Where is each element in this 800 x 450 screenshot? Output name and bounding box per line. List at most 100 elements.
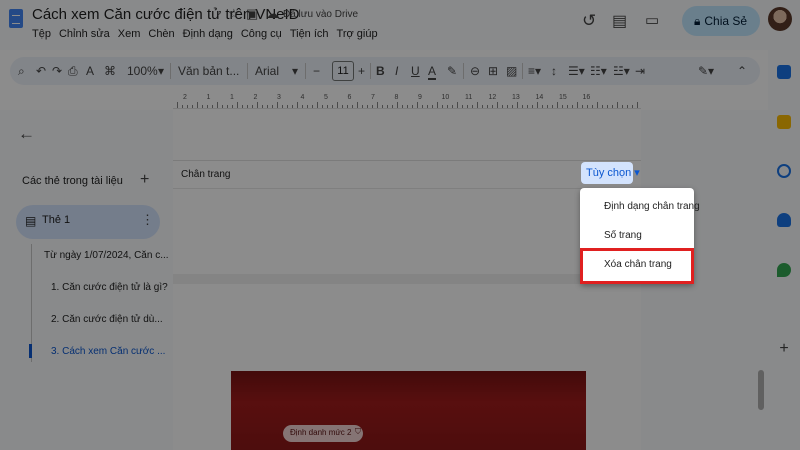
toolbar-divider bbox=[247, 63, 248, 79]
zoom-caret-icon[interactable]: ▾ bbox=[158, 64, 164, 78]
footer-label: Chân trang bbox=[181, 169, 231, 180]
indent-icon[interactable]: ⇥ bbox=[635, 64, 645, 78]
ruler-tick bbox=[207, 105, 208, 108]
keep-icon[interactable] bbox=[777, 115, 791, 129]
print-icon[interactable]: ⎙ bbox=[68, 64, 78, 79]
collapse-toolbar-icon[interactable]: ⌃ bbox=[737, 64, 747, 78]
ruler-tick bbox=[562, 105, 563, 108]
ruler-tick bbox=[527, 105, 528, 108]
move-folder-icon[interactable]: ▣ bbox=[246, 6, 258, 22]
more-vert-icon[interactable]: ⋮ bbox=[141, 212, 154, 228]
ruler-tick bbox=[327, 105, 328, 108]
link-icon[interactable]: ⊖ bbox=[470, 64, 480, 78]
ruler-tick bbox=[332, 105, 333, 108]
document-title[interactable]: Cách xem Căn cước điện tử trên VNeID bbox=[32, 6, 300, 23]
ruler-tick bbox=[252, 105, 253, 108]
ruler-tick bbox=[622, 105, 623, 108]
bold-icon[interactable]: B bbox=[376, 64, 385, 78]
ruler-tick bbox=[367, 105, 368, 108]
menu-help[interactable]: Trợ giúp bbox=[337, 28, 378, 40]
outline-active-indicator bbox=[29, 344, 32, 358]
highlight-icon[interactable]: ✎ bbox=[447, 64, 457, 78]
ruler-tick bbox=[272, 105, 273, 108]
bulleted-list-icon[interactable]: ☷▾ bbox=[590, 64, 607, 78]
ruler-tick bbox=[522, 105, 523, 108]
ruler-tick bbox=[577, 102, 578, 108]
add-addon-icon[interactable]: + bbox=[777, 341, 791, 357]
ruler-tick bbox=[372, 105, 373, 108]
tab-item-1[interactable] bbox=[16, 205, 160, 239]
align-icon[interactable]: ≡▾ bbox=[528, 64, 541, 78]
tabs-heading: Các thẻ trong tài liệu bbox=[22, 175, 123, 187]
horizontal-ruler[interactable]: 2 1 1 2 3 4 5 6 7 8 9 10 11 12 13 14 15 16 bbox=[173, 93, 641, 109]
tasks-icon[interactable] bbox=[777, 164, 791, 178]
numbered-list-icon[interactable]: ☳▾ bbox=[613, 64, 630, 78]
scrollbar-thumb[interactable] bbox=[758, 370, 764, 410]
text-color-icon[interactable]: A bbox=[428, 64, 437, 80]
calendar-icon[interactable] bbox=[777, 65, 791, 79]
italic-icon[interactable]: I bbox=[395, 64, 398, 78]
ruler-number: 15 bbox=[559, 94, 567, 101]
ruler-tick bbox=[547, 105, 548, 108]
ruler-number: 11 bbox=[465, 94, 473, 101]
comments-icon[interactable]: ▤ bbox=[612, 11, 627, 31]
menu-view[interactable]: Xem bbox=[118, 28, 141, 40]
editing-mode-icon[interactable]: ✎▾ bbox=[698, 64, 714, 78]
ruler-tick bbox=[492, 105, 493, 108]
undo-icon[interactable]: ↶ bbox=[36, 64, 46, 78]
meet-icon[interactable]: ▭ bbox=[645, 11, 659, 29]
avatar[interactable] bbox=[768, 7, 792, 31]
share-button[interactable]: 🔒︎ Chia Sẻ bbox=[682, 6, 760, 36]
underline-icon[interactable]: U bbox=[411, 64, 420, 78]
contacts-icon[interactable] bbox=[777, 213, 791, 227]
spellcheck-icon[interactable]: A bbox=[86, 64, 94, 78]
font-size-input[interactable]: 11 bbox=[332, 61, 354, 81]
paint-format-icon[interactable]: ⌘ bbox=[104, 64, 116, 78]
menu-format[interactable]: Định dạng bbox=[183, 28, 233, 40]
ruler-tick bbox=[632, 105, 633, 108]
ruler-tick bbox=[392, 105, 393, 108]
menu-file[interactable]: Tệp bbox=[32, 28, 51, 40]
star-icon[interactable]: ☆ bbox=[228, 6, 240, 22]
image-icon[interactable]: ▨ bbox=[506, 64, 517, 78]
history-icon[interactable]: ↺ bbox=[582, 11, 596, 31]
outline-item-active[interactable]: 3. Cách xem Căn cước ... bbox=[51, 346, 165, 357]
ruler-tick bbox=[342, 105, 343, 108]
ruler-tick bbox=[462, 105, 463, 108]
maps-icon[interactable] bbox=[777, 263, 791, 277]
font-caret-icon[interactable]: ▾ bbox=[292, 64, 298, 78]
add-tab-icon[interactable]: + bbox=[140, 171, 149, 189]
outline-item[interactable]: 2. Căn cước điện tử dù... bbox=[51, 314, 163, 325]
ruler-tick bbox=[202, 105, 203, 108]
outline-item[interactable]: Từ ngày 1/07/2024, Căn c... bbox=[44, 250, 169, 261]
line-spacing-icon[interactable]: ↕ bbox=[551, 64, 557, 78]
ruler-number: 9 bbox=[418, 94, 422, 101]
search-menus-icon[interactable]: ⌕ bbox=[18, 64, 25, 79]
ruler-tick bbox=[587, 105, 588, 108]
zoom-select[interactable]: 100% bbox=[127, 64, 158, 78]
menu-item-format-footer[interactable]: Định dạng chân trang bbox=[604, 201, 700, 212]
menu-item-page-numbers[interactable]: Số trang bbox=[604, 230, 642, 241]
back-arrow-icon[interactable]: ← bbox=[18, 124, 35, 144]
ruler-number: 12 bbox=[488, 94, 497, 101]
menu-insert[interactable]: Chèn bbox=[148, 28, 174, 40]
ruler-tick bbox=[442, 105, 443, 108]
ruler-tick bbox=[517, 102, 518, 108]
menu-tools[interactable]: Công cụ bbox=[241, 28, 282, 40]
menu-edit[interactable]: Chỉnh sửa bbox=[59, 28, 110, 40]
font-select[interactable]: Arial bbox=[255, 64, 279, 78]
decrease-font-icon[interactable]: − bbox=[313, 64, 320, 78]
menu-extensions[interactable]: Tiện ích bbox=[290, 28, 329, 40]
tab-label: Thẻ 1 bbox=[42, 214, 71, 226]
increase-font-icon[interactable]: + bbox=[358, 64, 365, 78]
ruler-tick bbox=[387, 105, 388, 108]
checklist-icon[interactable]: ☰▾ bbox=[568, 64, 585, 78]
redo-icon[interactable]: ↷ bbox=[52, 64, 62, 78]
footer-options-button[interactable]: Tùy chọn ▾ bbox=[581, 162, 640, 184]
ruler-number: 5 bbox=[324, 94, 328, 101]
toolbar-divider bbox=[463, 63, 464, 79]
docs-logo-icon[interactable] bbox=[9, 9, 23, 28]
outline-item[interactable]: 1. Căn cước điện tử là gì? bbox=[51, 282, 168, 293]
comment-add-icon[interactable]: ⊞ bbox=[488, 64, 498, 78]
style-select[interactable]: Văn bản t... bbox=[178, 64, 239, 78]
